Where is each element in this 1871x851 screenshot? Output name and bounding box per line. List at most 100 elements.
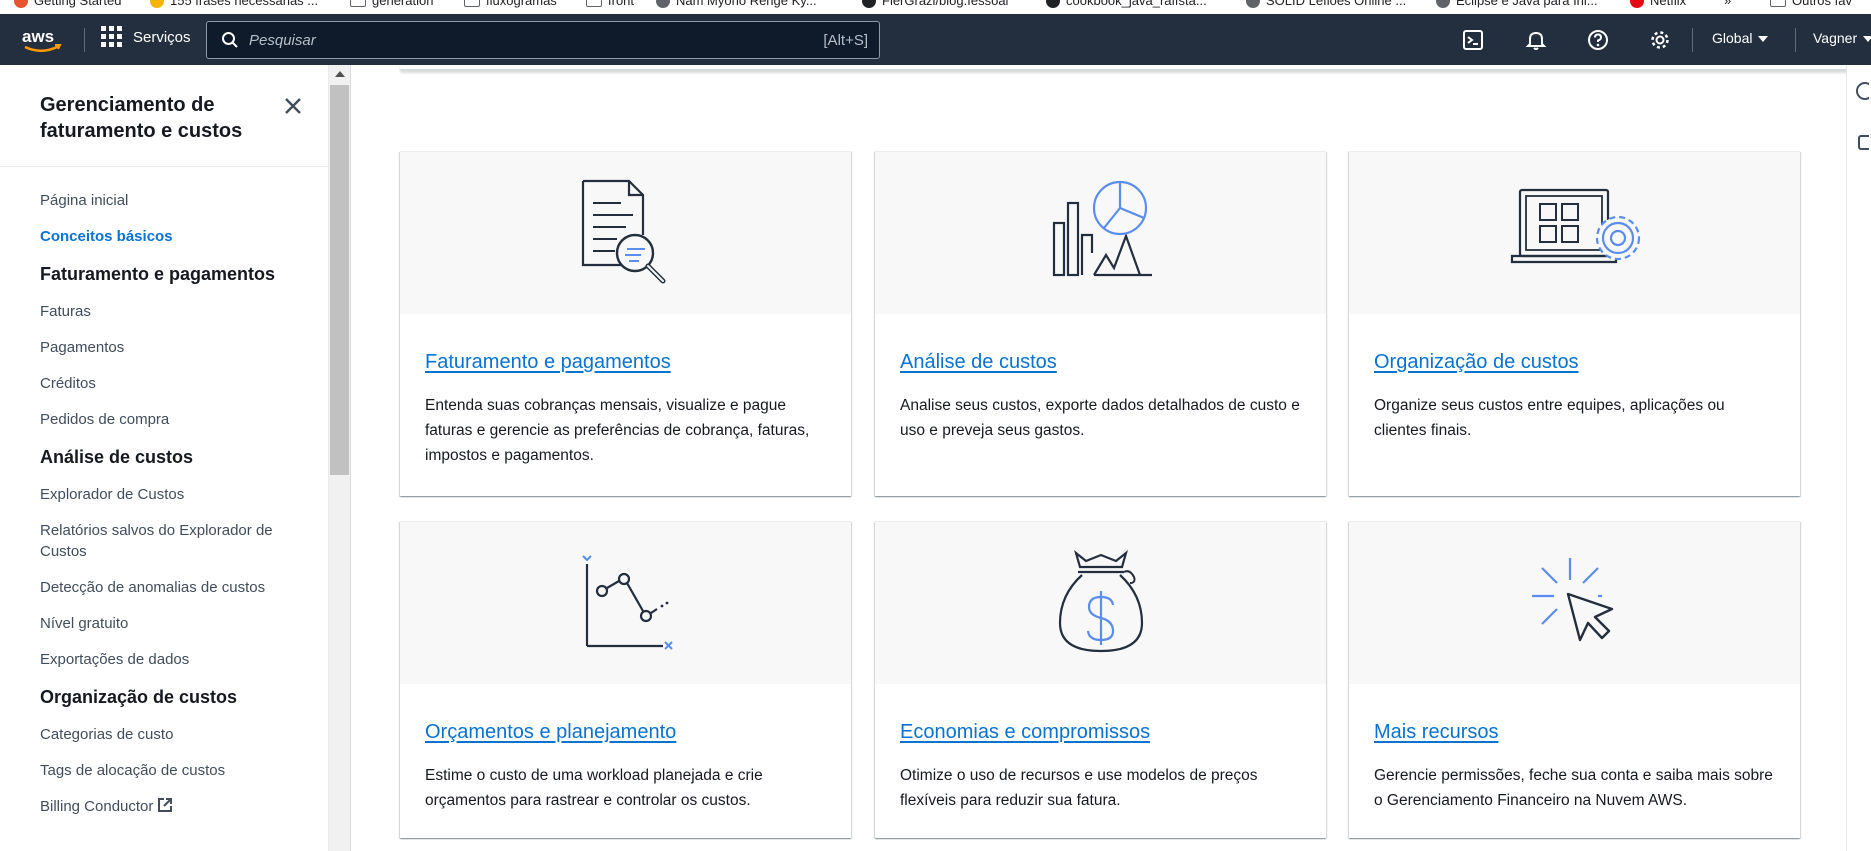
previous-card-edge (400, 65, 1850, 71)
search-box[interactable]: [Alt+S] (206, 21, 880, 59)
side-nav-link[interactable]: Faturas (40, 301, 300, 322)
side-nav-link[interactable]: Créditos (40, 373, 300, 394)
card-illustration (1349, 152, 1800, 314)
side-nav-section-heading: Faturamento e pagamentos (40, 264, 276, 284)
bookmark-label: fluxogramas (486, 0, 557, 8)
side-nav-list: Página inicial Conceitos básicos Faturamen… (40, 190, 300, 832)
bookmark-item[interactable]: Netflix (1630, 0, 1686, 8)
bookmark-label: » (1724, 0, 1732, 8)
card-cost-analysis: Análise de custos Analise seus custos, e… (875, 151, 1326, 496)
bookmark-item[interactable]: generation (350, 0, 433, 8)
side-nav-link[interactable]: Pagamentos (40, 337, 300, 358)
line-chart-icon (581, 555, 673, 650)
bookmark-item[interactable]: Getting Started (14, 0, 121, 8)
side-nav-link-label: Detecção de anomalias de custos (40, 579, 266, 596)
info-panel-icon[interactable] (1855, 81, 1869, 101)
right-tools-panel (1846, 65, 1871, 851)
laptop-gear-icon (1510, 188, 1640, 264)
card-description: Gerencie permissões, feche sua conta e s… (1374, 767, 1773, 809)
bookmark-label: SOLID Lefloes Online ... (1266, 0, 1407, 8)
caret-down-icon (1758, 36, 1769, 42)
side-nav-section-heading: Organização de custos (40, 687, 238, 707)
card-description: Organize seus custos entre equipes, apli… (1374, 397, 1725, 439)
side-nav-link-label: Tags de alocação de custos (40, 762, 226, 779)
gear-icon[interactable] (1647, 27, 1673, 53)
side-nav-link-label: Página inicial (40, 192, 129, 209)
card-title-link[interactable]: Orçamentos e planejamento (425, 719, 676, 745)
side-nav-link-label: Faturas (40, 303, 91, 320)
globe-icon (1436, 0, 1450, 8)
card-title-link[interactable]: Economias e compromissos (900, 719, 1150, 745)
folder-icon (586, 0, 602, 7)
bookmark-label: FlerGrazi/blog.fessoal (882, 0, 1009, 8)
region-label: Global (1712, 30, 1753, 46)
aws-logo[interactable]: aws (22, 28, 62, 54)
side-nav-link-label: Pagamentos (40, 339, 125, 356)
card-illustration (875, 522, 1326, 684)
bookmark-item[interactable]: » (1724, 0, 1731, 8)
document-search-icon (581, 179, 665, 284)
side-nav-scrollbar[interactable] (329, 65, 351, 851)
side-nav-link[interactable]: Tags de alocação de custos (40, 760, 300, 781)
help-icon[interactable] (1585, 27, 1611, 53)
side-nav-link[interactable]: Pedidos de compra (40, 409, 300, 430)
bookmark-item[interactable]: Nam Myoho Renge Ky... (656, 0, 817, 8)
card-illustration (1349, 522, 1800, 684)
side-nav-link-label: Billing Conductor (40, 798, 154, 815)
bookmark-item[interactable]: Outros fav (1770, 0, 1852, 8)
github-icon (1046, 0, 1060, 8)
bookmark-label: cookbook_java_raffsta... (1066, 0, 1207, 8)
github-icon (862, 0, 876, 8)
card-description: Otimize o uso de recursos e use modelos … (900, 767, 1258, 809)
cursor-click-icon (1531, 558, 1613, 642)
firefox-icon (14, 0, 28, 8)
search-input[interactable] (239, 31, 824, 49)
side-nav-link[interactable]: Relatórios salvos do Explorador de Custo… (40, 520, 300, 562)
bookmark-item[interactable]: FlerGrazi/blog.fessoal (862, 0, 1008, 8)
bookmark-item[interactable]: front (586, 0, 634, 8)
nav-divider (1692, 28, 1693, 52)
card-illustration (400, 152, 851, 314)
side-nav-link[interactable]: Nível gratuito (40, 613, 300, 634)
card-description: Analise seus custos, exporte dados detal… (900, 397, 1300, 439)
bookmark-item[interactable]: cookbook_java_raffsta... (1046, 0, 1207, 8)
side-nav-link[interactable]: Página inicial (40, 190, 300, 211)
side-nav-link[interactable]: Conceitos básicos (40, 226, 300, 247)
bookmark-label: Eclipse e Java para Ini... (1456, 0, 1598, 8)
side-nav-link-label: Conceitos básicos (40, 228, 173, 245)
cloudshell-icon[interactable] (1460, 27, 1486, 53)
card-illustration (875, 152, 1326, 314)
card-title-link[interactable]: Análise de custos (900, 349, 1057, 375)
side-nav-link[interactable]: Billing Conductor (40, 796, 300, 817)
card-title-link[interactable]: Organização de custos (1374, 349, 1579, 375)
side-nav-link[interactable]: Categorias de custo (40, 724, 300, 745)
side-nav-link-label: Exportações de dados (40, 651, 190, 668)
services-menu-button[interactable]: Serviços (101, 26, 191, 48)
side-nav-link[interactable]: Exportações de dados (40, 649, 300, 670)
region-selector[interactable]: Global (1712, 30, 1769, 46)
bookmark-item[interactable]: 155 frases necessárias ... (150, 0, 318, 8)
side-nav-link[interactable]: Detecção de anomalias de custos (40, 577, 300, 598)
grid-icon (101, 26, 123, 48)
side-nav-link[interactable]: Explorador de Custos (40, 484, 300, 505)
account-menu[interactable]: Vagner (1813, 30, 1871, 46)
close-icon[interactable] (282, 95, 304, 117)
smiley-icon (150, 0, 164, 8)
side-navigation: Gerenciamento de faturamento e custos Pá… (0, 65, 329, 851)
card-illustration (400, 522, 851, 684)
scrollbar-thumb[interactable] (330, 85, 349, 475)
bookmark-item[interactable]: SOLID Lefloes Online ... (1246, 0, 1406, 8)
bookmarks-bar: Getting Started 155 frases necessárias ..… (0, 0, 1871, 14)
nav-divider (84, 28, 85, 52)
bell-icon[interactable] (1523, 27, 1549, 53)
card-title-link[interactable]: Mais recursos (1374, 719, 1498, 745)
side-nav-link-label: Relatórios salvos do Explorador de Custo… (40, 522, 273, 560)
card-title-link[interactable]: Faturamento e pagamentos (425, 349, 671, 375)
money-bag-icon (1058, 549, 1143, 653)
bookmark-item[interactable]: fluxogramas (464, 0, 557, 8)
scroll-up-arrow-icon[interactable] (335, 71, 345, 77)
tools-panel-icon[interactable] (1855, 133, 1869, 153)
bookmark-item[interactable]: Eclipse e Java para Ini... (1436, 0, 1598, 8)
globe-icon (1246, 0, 1260, 8)
bookmark-label: Outros fav (1792, 0, 1852, 8)
